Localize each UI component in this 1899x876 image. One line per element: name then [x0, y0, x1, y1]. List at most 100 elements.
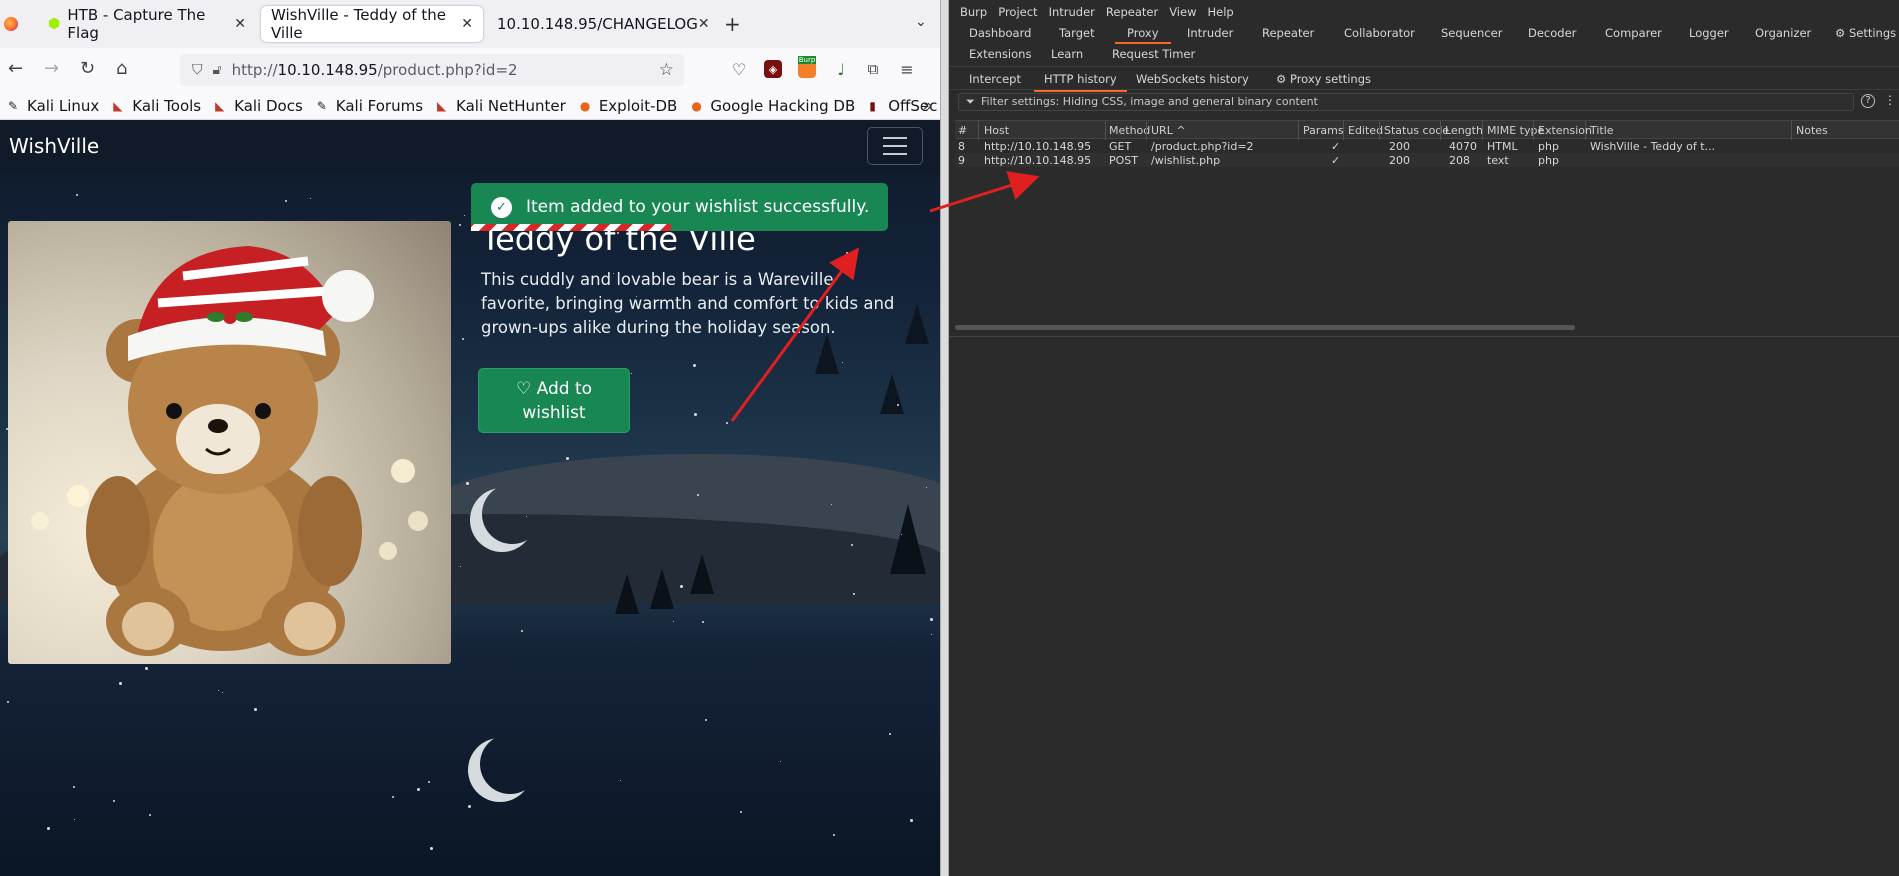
menu-item[interactable]: Project: [998, 5, 1037, 19]
tab-extensions[interactable]: Extensions: [969, 47, 1031, 61]
tab-title: HTB - Capture The Flag: [67, 6, 206, 42]
subtab-http-history[interactable]: HTTP history: [1034, 72, 1127, 92]
star: [897, 404, 899, 406]
column-separator[interactable]: [1298, 121, 1299, 140]
tab-sequencer[interactable]: Sequencer: [1441, 26, 1502, 40]
col-header-length[interactable]: Length: [1445, 124, 1483, 137]
tab-repeater[interactable]: Repeater: [1262, 26, 1314, 40]
table-row[interactable]: 9 http://10.10.148.95 POST /wishlist.php…: [955, 153, 1899, 167]
url-bar[interactable]: ⛉ 🔓︎ http://10.10.148.95/product.php?id=…: [180, 54, 684, 86]
subtab-websockets-history[interactable]: WebSockets history: [1136, 72, 1249, 86]
col-header-num[interactable]: #: [958, 124, 967, 137]
tab-collaborator[interactable]: Collaborator: [1344, 26, 1415, 40]
column-separator[interactable]: [1791, 121, 1792, 140]
window-divider[interactable]: [940, 0, 949, 876]
url-prefix: http://: [231, 61, 278, 79]
bookmark-item[interactable]: ✎ Kali Linux: [8, 97, 99, 115]
col-header-params[interactable]: Params: [1303, 124, 1344, 137]
tab-intruder[interactable]: Intruder: [1187, 26, 1233, 40]
col-header-mime[interactable]: MIME type: [1487, 124, 1544, 137]
add-to-wishlist-button[interactable]: ♡ Add to wishlist: [478, 368, 630, 433]
star: [851, 544, 853, 546]
column-separator[interactable]: [1146, 121, 1147, 140]
cell-title: WishVille - Teddy of t...: [1590, 140, 1716, 153]
column-separator[interactable]: [1440, 121, 1441, 140]
tab-decoder[interactable]: Decoder: [1528, 26, 1576, 40]
bookmark-item[interactable]: ✎ Kali Forums: [317, 97, 423, 115]
bookmark-item[interactable]: ● Google Hacking DB: [691, 97, 855, 115]
scrollbar-thumb[interactable]: [955, 325, 1575, 330]
menu-item[interactable]: Burp: [960, 5, 987, 19]
menu-icon[interactable]: ≡: [898, 60, 916, 79]
burp-extension-icon[interactable]: Burp: [797, 56, 817, 78]
home-icon[interactable]: ⌂: [116, 58, 127, 79]
column-separator[interactable]: [1585, 121, 1586, 140]
column-separator[interactable]: [1105, 121, 1106, 140]
cell-extension: php: [1538, 154, 1559, 167]
menu-item[interactable]: Intruder: [1049, 5, 1095, 19]
tab-organizer[interactable]: Organizer: [1755, 26, 1811, 40]
col-header-title[interactable]: Title: [1590, 124, 1614, 137]
close-icon[interactable]: ✕: [461, 16, 473, 32]
tab-proxy[interactable]: Proxy: [1115, 26, 1170, 44]
tab-htb[interactable]: ⬢ HTB - Capture The Flag ✕: [38, 6, 256, 42]
back-icon[interactable]: ←: [8, 58, 23, 79]
chevron-down-icon[interactable]: ⌄: [915, 14, 927, 30]
tab-logger[interactable]: Logger: [1689, 26, 1729, 40]
proxy-settings-button[interactable]: ⚙ Proxy settings: [1276, 72, 1371, 86]
filter-bar[interactable]: ⏷ Filter settings: Hiding CSS, image and…: [958, 93, 1854, 111]
column-separator[interactable]: [978, 121, 979, 140]
subtab-intercept[interactable]: Intercept: [969, 72, 1021, 86]
tab-dashboard[interactable]: Dashboard: [969, 26, 1031, 40]
close-icon[interactable]: ✕: [234, 16, 246, 32]
new-tab-icon[interactable]: +: [724, 12, 741, 36]
pocket-icon[interactable]: ♡: [730, 60, 748, 79]
burp-tool-tabs: Dashboard Target Proxy Intruder Repeater…: [949, 24, 1899, 68]
table-row[interactable]: 8 http://10.10.148.95 GET /product.php?i…: [955, 139, 1899, 153]
bookmark-item[interactable]: ◣ Kali Docs: [215, 97, 303, 115]
gear-icon: ⚙: [1835, 26, 1849, 40]
horizontal-scrollbar[interactable]: [955, 324, 1895, 332]
col-header-host[interactable]: Host: [984, 124, 1009, 137]
menu-item[interactable]: Help: [1207, 5, 1233, 19]
cell-params: ✓: [1331, 140, 1341, 153]
close-icon[interactable]: ✕: [698, 16, 710, 32]
col-header-notes[interactable]: Notes: [1796, 124, 1828, 137]
menu-item[interactable]: View: [1169, 5, 1196, 19]
tab-learn[interactable]: Learn: [1051, 47, 1083, 61]
column-separator[interactable]: [1379, 121, 1380, 140]
col-header-extension[interactable]: Extension: [1538, 124, 1592, 137]
column-separator[interactable]: [1482, 121, 1483, 140]
extensions-icon[interactable]: ⧉: [864, 60, 882, 78]
reload-icon[interactable]: ↻: [80, 58, 95, 79]
more-options-icon[interactable]: ⋮: [1884, 93, 1896, 107]
bookmark-item[interactable]: ◣ Kali Tools: [113, 97, 201, 115]
gear-icon: ⚙: [1276, 72, 1290, 86]
music-icon[interactable]: ♩: [832, 60, 850, 79]
help-icon[interactable]: ?: [1861, 94, 1875, 108]
cell-num: 9: [958, 154, 965, 167]
column-separator[interactable]: [1533, 121, 1534, 140]
web-page: WishVille Teddy of the Ville This cuddly…: [0, 120, 945, 876]
star: [853, 593, 855, 595]
ublock-icon[interactable]: ◈: [764, 60, 782, 78]
menu-item[interactable]: Repeater: [1106, 5, 1158, 19]
col-header-edited[interactable]: Edited: [1348, 124, 1383, 137]
star: [218, 690, 219, 691]
bookmark-star-icon[interactable]: ☆: [659, 60, 674, 80]
col-header-method[interactable]: Method: [1109, 124, 1150, 137]
col-header-url[interactable]: URL ^: [1151, 124, 1186, 137]
bookmark-item[interactable]: ◣ Kali NetHunter: [437, 97, 566, 115]
tab-target[interactable]: Target: [1059, 26, 1095, 40]
star: [697, 494, 699, 496]
column-separator[interactable]: [1343, 121, 1344, 140]
tab-wishville[interactable]: WishVille - Teddy of the Ville ✕: [261, 6, 483, 42]
bookmark-item[interactable]: ● Exploit-DB: [580, 97, 678, 115]
chevron-right-icon[interactable]: »: [923, 96, 933, 116]
tab-request-timer[interactable]: Request Timer: [1112, 47, 1195, 61]
tab-changelog[interactable]: 10.10.148.95/CHANGELOG ✕: [487, 6, 710, 42]
teddy-bear-illustration: [31, 246, 428, 656]
settings-button[interactable]: ⚙ Settings: [1835, 26, 1896, 40]
tab-comparer[interactable]: Comparer: [1605, 26, 1662, 40]
forward-icon[interactable]: →: [44, 58, 59, 79]
